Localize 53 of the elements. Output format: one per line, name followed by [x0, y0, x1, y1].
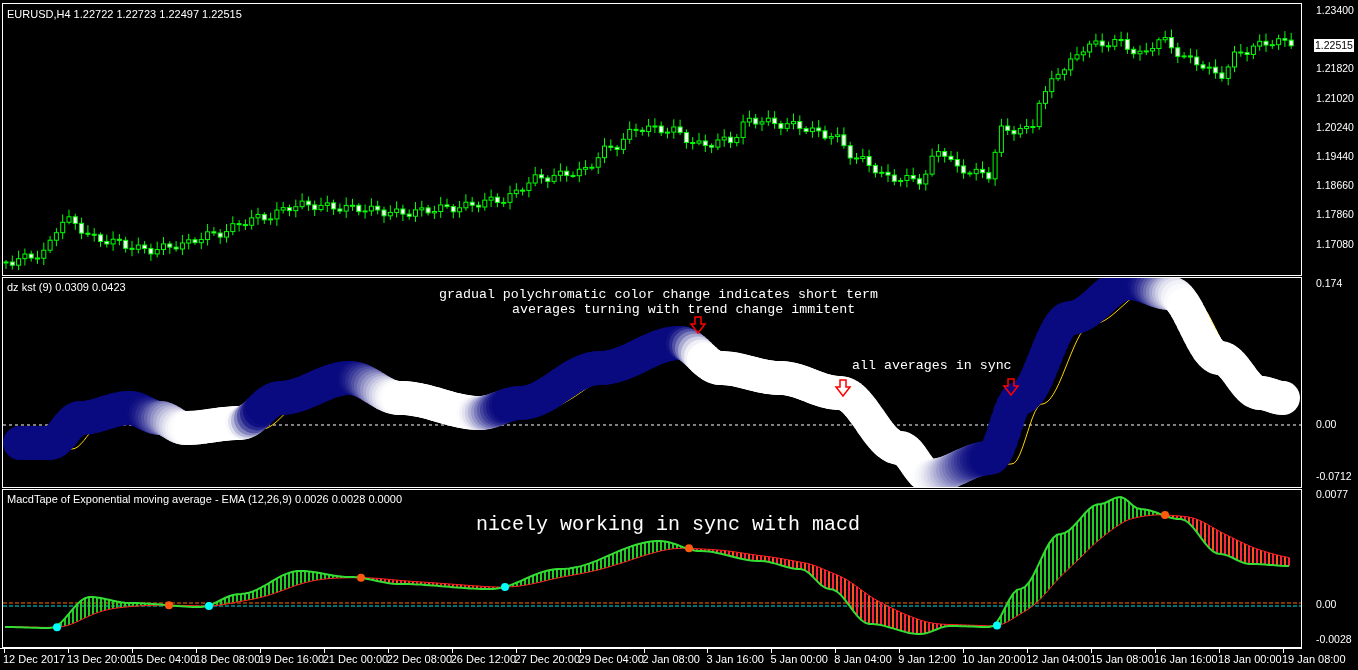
time-label: 2 Jan 08:00 — [642, 653, 700, 666]
crossover-dot — [205, 601, 213, 610]
time-label: 18 Dec 08:00 — [194, 653, 261, 666]
time-label: 19 Dec 16:00 — [258, 653, 325, 666]
time-label: 29 Dec 04:00 — [578, 653, 644, 666]
crossover-dot — [1161, 511, 1169, 519]
crossover-dot — [165, 601, 173, 610]
time-label: 10 Jan 20:00 — [962, 653, 1026, 666]
axis-label: -0.0712 — [1316, 470, 1352, 483]
time-label: 22 Dec 08:00 — [386, 653, 453, 666]
crossover-dot — [501, 583, 509, 592]
axis-label: -0.0028 — [1316, 633, 1352, 646]
time-label: 5 Jan 00:00 — [770, 653, 828, 666]
indicator-title: MacdTape of Exponential moving average - EMA (12,26,9) 0.0026 0.0028 0.0000 — [7, 493, 403, 506]
price-label: 1.23400 — [1316, 4, 1354, 17]
time-label: 13 Dec 20:00 — [66, 653, 133, 666]
axis-label: 0.00 — [1316, 418, 1337, 431]
time-label: 8 Jan 04:00 — [834, 653, 892, 666]
down-arrow-icon — [834, 379, 852, 398]
annotation-text: averages turning with trend change immitent — [512, 302, 856, 317]
price-label: 1.20240 — [1316, 120, 1354, 134]
crossover-dot — [685, 544, 693, 553]
price-label: 1.19440 — [1316, 150, 1354, 163]
indicator-title: dz kst (9) 0.0309 0.0423 — [7, 281, 126, 294]
current-price-label: 1.22515 — [1314, 39, 1354, 52]
crossover-dot — [357, 573, 365, 582]
crossover-dot — [53, 623, 61, 632]
time-label: 9 Jan 12:00 — [898, 653, 956, 666]
axis-label: 0.00 — [1316, 598, 1337, 611]
price-label: 1.17860 — [1316, 208, 1354, 222]
crossover-dot — [993, 621, 1001, 630]
time-label: 3 Jan 16:00 — [706, 653, 764, 666]
time-label: 21 Dec 00:00 — [322, 653, 389, 666]
time-label: 26 Dec 12:00 — [450, 653, 517, 666]
annotation-text: nicely working in sync with macd — [476, 513, 861, 537]
time-label: 16 Jan 16:00 — [1154, 653, 1218, 666]
time-label: 18 Jan 00:00 — [1218, 653, 1282, 666]
chart-title: EURUSD,H4 1.22722 1.22723 1.22497 1.22515 — [7, 8, 242, 21]
price-label: 1.21020 — [1316, 91, 1354, 105]
price-label: 1.18660 — [1316, 179, 1354, 193]
price-label: 1.17080 — [1316, 237, 1354, 251]
time-label: 19 Jan 08:00 — [1282, 653, 1346, 666]
axis-label: 0.174 — [1316, 277, 1343, 290]
annotation-text: gradual polychromatic color change indicates short term — [439, 287, 878, 302]
time-label: 15 Jan 08:00 — [1090, 653, 1154, 666]
down-arrow-icon — [689, 316, 707, 335]
time-label: 12 Dec 2017 — [3, 653, 66, 666]
down-arrow-icon — [1002, 378, 1020, 397]
time-label: 12 Jan 04:00 — [1026, 653, 1090, 666]
axis-label: 0.0077 — [1316, 488, 1349, 501]
annotation-text: all averages in sync — [852, 358, 1012, 373]
price-label: 1.21820 — [1316, 62, 1354, 76]
time-label: 27 Dec 20:00 — [514, 653, 581, 666]
